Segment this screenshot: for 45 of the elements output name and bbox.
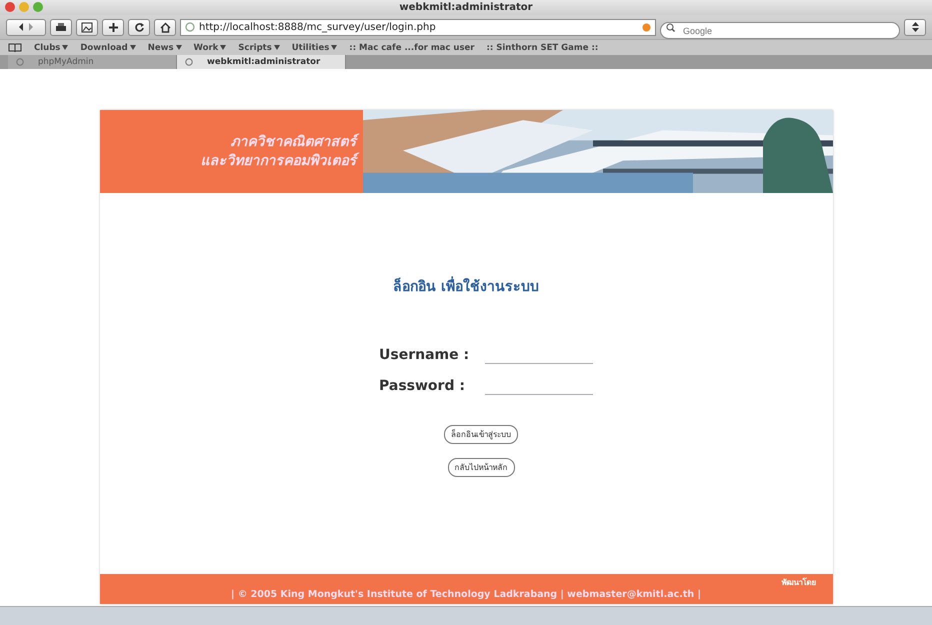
book-icon [8,42,22,52]
add-button[interactable] [102,18,124,36]
caret-icon [220,45,226,50]
plus-icon [108,22,118,32]
home-button[interactable] [154,18,176,36]
reload-icon [134,22,144,32]
address-field[interactable]: http://localhost:8888/mc_survey/user/login.php [180,18,656,36]
bookmark-menu[interactable]: Work [194,42,226,52]
page-icon [185,22,195,32]
caret-icon [176,45,182,50]
bookmark-menu[interactable]: Scripts [238,42,280,52]
caret-icon [274,45,280,50]
bookmark-link[interactable]: :: Mac cafe ...for mac user [349,42,474,52]
field-label: Password : [379,378,466,394]
back-forward-button[interactable] [6,18,46,36]
bookmark-button[interactable] [904,18,926,36]
close-icon [16,58,24,66]
window-title: webkmitl:administrator [399,2,533,13]
search-field[interactable]: Google [660,22,900,39]
browser-tab[interactable]: phpMyAdmin [8,55,177,69]
arrows-icon [910,21,920,33]
login-heading: ล็อกอิน เพื่อใช้งานระบบ [393,275,539,297]
home-icon [160,22,170,32]
picture-icon [81,22,93,32]
caret-icon [130,45,136,50]
caret-icon [62,45,68,50]
field-label: Username : [379,346,470,362]
caret-icon [331,45,338,50]
bookmark-menu[interactable]: Clubs [34,42,68,52]
page-button[interactable]: ล็อกอินเข้าสู่ระบบ [444,425,518,444]
bookmark-link[interactable]: :: Sinthorn SET Game :: [486,42,598,52]
bookmark-menu[interactable]: Download [80,42,136,52]
reload-button[interactable] [128,18,150,36]
picture-button[interactable] [76,18,98,36]
printer-icon [55,22,67,32]
bookmark-menu[interactable]: Utilities [292,42,338,52]
close-button[interactable] [5,2,15,12]
close-icon [185,58,193,66]
bookmark-menu[interactable]: News [148,42,182,52]
copyright-text: | © 2005 King Mongkut's Institute of Technology Ladkrabang | webmaster@kmitl.ac.th | [230,589,702,600]
page-button[interactable]: กลับไปหน้าหลัก [448,458,514,477]
print-button[interactable] [50,18,72,36]
developer-credit: พัฒนาโดย [782,576,816,589]
rss-icon [642,22,651,32]
browser-tab[interactable]: webkmitl:administrator [177,55,346,69]
